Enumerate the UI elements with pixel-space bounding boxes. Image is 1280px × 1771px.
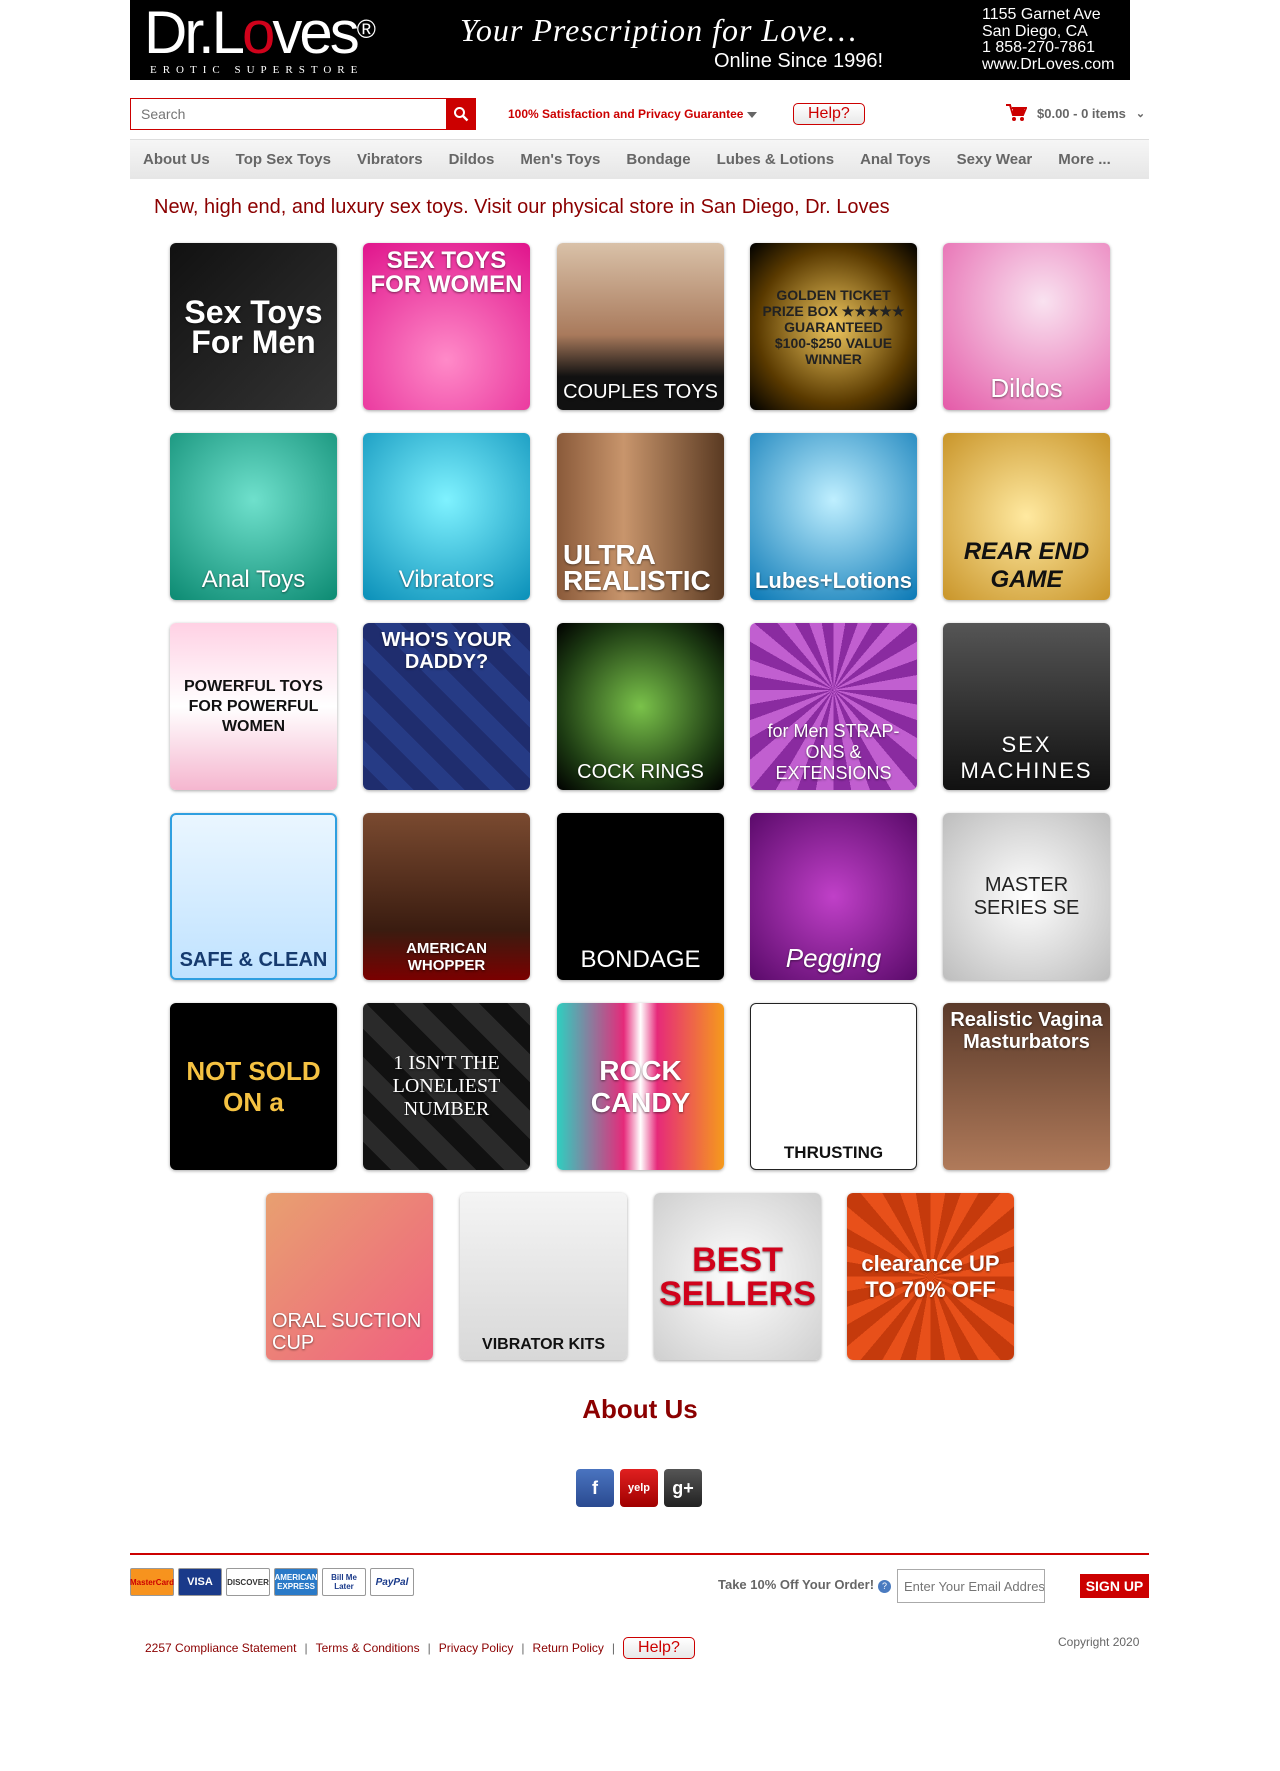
search-box: [130, 98, 476, 130]
nav-item-anal-toys[interactable]: Anal Toys: [860, 151, 931, 168]
nav-item-vibrators[interactable]: Vibrators: [357, 151, 423, 168]
email-field[interactable]: [898, 1570, 1044, 1602]
copyright: Copyright 2020: [1058, 1635, 1140, 1649]
category-tile-realistic-vagina[interactable]: Realistic Vagina Masturbators: [943, 1003, 1110, 1170]
nav-item-mens-toys[interactable]: Men's Toys: [520, 151, 600, 168]
footer-link-terms[interactable]: Terms & Conditions: [316, 1641, 420, 1655]
search-icon: [454, 107, 469, 122]
category-tile-rear-end-game[interactable]: REAR END GAME: [943, 433, 1110, 600]
guarantee-label: 100% Satisfaction and Privacy Guarantee: [508, 107, 744, 121]
category-tile-best-sellers[interactable]: BEST SELLERS: [654, 1193, 821, 1360]
newsletter-promo: Take 10% Off Your Order!: [718, 1577, 875, 1592]
help-label: Help?: [793, 103, 865, 125]
nav-item-top-sex-toys[interactable]: Top Sex Toys: [236, 151, 331, 168]
footer-separator: |: [427, 1641, 431, 1655]
chevron-down-icon: [747, 111, 758, 118]
nav-item-dildos[interactable]: Dildos: [449, 151, 495, 168]
category-tile-bondage[interactable]: BONDAGE: [557, 813, 724, 980]
question-icon[interactable]: ?: [878, 1580, 891, 1593]
category-tile-couples-toys[interactable]: COUPLES TOYS: [557, 243, 724, 410]
email-field-wrapper: [897, 1569, 1045, 1603]
category-tile-not-sold-on-amazon[interactable]: NOT SOLD ON a: [170, 1003, 337, 1170]
main-nav: About Us Top Sex Toys Vibrators Dildos M…: [130, 139, 1149, 179]
nav-item-lubes-lotions[interactable]: Lubes & Lotions: [717, 151, 835, 168]
footer-separator: |: [611, 1641, 616, 1655]
page: Dr.Loves® EROTIC SUPERSTORE Your Prescri…: [0, 0, 1280, 1771]
search-input[interactable]: [131, 99, 475, 129]
mastercard-icon: MasterCard: [130, 1568, 174, 1596]
category-tile-american-whopper[interactable]: AMERICAN WHOPPER: [363, 813, 530, 980]
category-tile-ultra-realistic[interactable]: ULTRA REALISTIC: [557, 433, 724, 600]
social-links: f yelp g+: [576, 1469, 702, 1507]
nav-item-sexy-wear[interactable]: Sexy Wear: [957, 151, 1033, 168]
footer-links: 2257 Compliance Statement | Terms & Cond…: [145, 1637, 695, 1659]
category-tile-oral-suction-cup[interactable]: ORAL SUCTION CUP: [266, 1193, 433, 1360]
footer-link-privacy[interactable]: Privacy Policy: [439, 1641, 514, 1655]
cart-icon: [1006, 104, 1027, 121]
category-tile-pegging[interactable]: Pegging: [750, 813, 917, 980]
google-plus-icon[interactable]: g+: [664, 1469, 702, 1507]
payment-methods: MasterCard VISA DISCOVER AMERICAN EXPRES…: [130, 1568, 414, 1596]
category-tile-isnt-the-loneliest-number[interactable]: 1 ISN'T THE LONELIEST NUMBER: [363, 1003, 530, 1170]
category-tile-sex-machines[interactable]: SEX MACHINES: [943, 623, 1110, 790]
category-tile-master-series[interactable]: MASTER SERIES SE: [943, 813, 1110, 980]
chevron-down-icon: ⌄: [1135, 107, 1146, 120]
facebook-icon[interactable]: f: [576, 1469, 614, 1507]
logo-subtitle: EROTIC SUPERSTORE: [150, 64, 364, 76]
category-tile-safe-clean[interactable]: SAFE & CLEAN: [170, 813, 337, 980]
category-tile-thrusting[interactable]: THRUSTING: [750, 1003, 917, 1170]
footer-link-2257[interactable]: 2257 Compliance Statement: [145, 1641, 296, 1655]
help-button-top[interactable]: Help?: [793, 103, 865, 125]
amex-icon: AMERICAN EXPRESS: [274, 1568, 318, 1596]
cart[interactable]: $0.00 - 0 items ⌄: [1005, 103, 1145, 123]
footer-link-return[interactable]: Return Policy: [533, 1641, 604, 1655]
paypal-icon: PayPal: [370, 1568, 414, 1596]
category-tile-powerful-women[interactable]: POWERFUL TOYS FOR POWERFUL WOMEN: [170, 623, 337, 790]
category-tile-whos-your-daddy[interactable]: WHO'S YOUR DADDY?: [363, 623, 530, 790]
yelp-icon[interactable]: yelp: [620, 1469, 658, 1507]
online-since: Online Since 1996!: [714, 50, 884, 72]
discover-icon: DISCOVER: [226, 1568, 270, 1596]
category-tile-vibrators[interactable]: Vibrators: [363, 433, 530, 600]
logo[interactable]: Dr.Loves®: [144, 0, 376, 66]
cart-summary: $0.00 - 0 items: [1037, 105, 1126, 121]
search-button[interactable]: [446, 98, 476, 130]
guarantee-dropdown[interactable]: 100% Satisfaction and Privacy Guarantee: [508, 107, 758, 121]
footer-separator: |: [304, 1641, 308, 1655]
category-tile-rock-candy[interactable]: ROCK CANDY: [557, 1003, 724, 1170]
tagline: Your Prescription for Love…: [460, 12, 858, 48]
nav-item-bondage[interactable]: Bondage: [626, 151, 690, 168]
category-tile-golden-ticket[interactable]: GOLDEN TICKET PRIZE BOX ★★★★★ GUARANTEED…: [750, 243, 917, 410]
about-us-heading[interactable]: About Us: [0, 1394, 1280, 1425]
footer-divider: [130, 1553, 1149, 1555]
store-address: 1155 Garnet Ave San Diego, CA 1 858-270-…: [982, 6, 1115, 73]
visa-icon: VISA: [178, 1568, 222, 1596]
nav-item-more[interactable]: More ...: [1058, 151, 1111, 168]
header-banner[interactable]: Dr.Loves® EROTIC SUPERSTORE Your Prescri…: [130, 0, 1130, 80]
headline: New, high end, and luxury sex toys. Visi…: [154, 196, 890, 218]
category-tile-sex-toys-for-men[interactable]: Sex Toys For Men: [170, 243, 337, 410]
footer-separator: |: [521, 1641, 525, 1655]
nav-item-about-us[interactable]: About Us: [143, 151, 210, 168]
sign-up-button[interactable]: SIGN UP: [1080, 1574, 1149, 1598]
category-tile-cock-rings[interactable]: COCK RINGS: [557, 623, 724, 790]
category-tile-dildos[interactable]: Dildos: [943, 243, 1110, 410]
category-tile-strap-ons[interactable]: for Men STRAP-ONS & EXTENSIONS: [750, 623, 917, 790]
category-tile-sex-toys-for-women[interactable]: SEX TOYS FOR WOMEN: [363, 243, 530, 410]
category-tile-vibrator-kits[interactable]: VIBRATOR KITS: [460, 1193, 627, 1360]
category-tile-clearance[interactable]: clearance UP TO 70% OFF: [847, 1193, 1014, 1360]
help-button-footer[interactable]: Help?: [623, 1637, 695, 1659]
bill-me-later-icon: Bill Me Later: [322, 1568, 366, 1596]
category-tile-anal-toys[interactable]: Anal Toys: [170, 433, 337, 600]
category-tile-lubes-lotions[interactable]: Lubes+Lotions: [750, 433, 917, 600]
